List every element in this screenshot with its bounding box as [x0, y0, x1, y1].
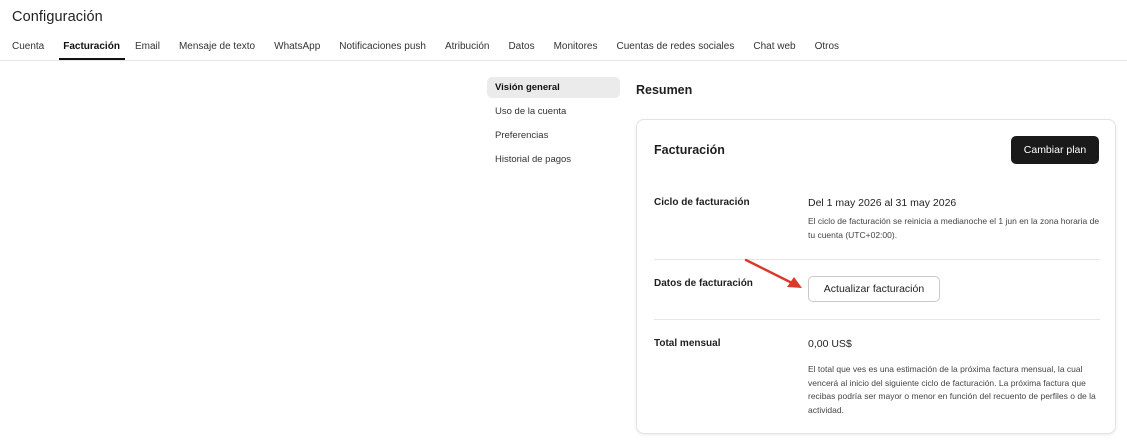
tab-email[interactable]: Email	[135, 36, 160, 60]
monthly-total-description: El total que ves es una estimación de la…	[808, 364, 1096, 415]
tab-datos[interactable]: Datos	[508, 36, 534, 60]
billing-cycle-description: El ciclo de facturación se reinicia a me…	[808, 216, 1100, 240]
tab-cuentas-redes-sociales[interactable]: Cuentas de redes sociales	[616, 36, 734, 60]
card-title: Facturación	[654, 143, 725, 157]
monthly-total-value: 0,00 US$	[808, 338, 852, 350]
tab-monitores[interactable]: Monitores	[554, 36, 598, 60]
billing-data-label: Datos de facturación	[654, 278, 753, 289]
billing-data-row: Datos de facturación Actualizar facturac…	[654, 276, 1100, 306]
billing-cycle-value: Del 1 may 2026 al 31 may 2026	[808, 197, 957, 209]
tab-mensaje-de-texto[interactable]: Mensaje de texto	[179, 36, 255, 60]
subnav-item-vision-general[interactable]: Visión general	[487, 77, 620, 98]
subnav-item-preferencias[interactable]: Preferencias	[487, 125, 620, 146]
change-plan-button[interactable]: Cambiar plan	[1011, 136, 1099, 164]
tab-chat-web[interactable]: Chat web	[753, 36, 795, 60]
billing-card: Facturación Cambiar plan Ciclo de factur…	[636, 119, 1116, 434]
tab-whatsapp[interactable]: WhatsApp	[274, 36, 320, 60]
settings-tabs: Cuenta Facturación Email Mensaje de text…	[0, 36, 1127, 61]
divider	[654, 259, 1100, 260]
monthly-total-row: Total mensual 0,00 US$ El total que ves …	[654, 338, 1100, 418]
update-billing-button[interactable]: Actualizar facturación	[808, 276, 940, 302]
billing-cycle-label: Ciclo de facturación	[654, 197, 750, 208]
section-title: Resumen	[636, 83, 693, 97]
annotation-arrow-icon	[744, 258, 802, 288]
tab-otros[interactable]: Otros	[815, 36, 839, 60]
billing-cycle-row: Ciclo de facturación Del 1 may 2026 al 3…	[654, 197, 1100, 257]
page-title: Configuración	[12, 9, 103, 25]
divider	[654, 319, 1100, 320]
monthly-total-label: Total mensual	[654, 338, 721, 349]
subnav-item-uso-de-la-cuenta[interactable]: Uso de la cuenta	[487, 101, 620, 122]
billing-subnav: Visión general Uso de la cuenta Preferen…	[487, 77, 620, 173]
tab-notificaciones-push[interactable]: Notificaciones push	[339, 36, 426, 60]
tab-cuenta[interactable]: Cuenta	[12, 36, 44, 60]
tab-atribucion[interactable]: Atribución	[445, 36, 489, 60]
tab-facturacion[interactable]: Facturación	[59, 36, 125, 60]
subnav-item-historial-de-pagos[interactable]: Historial de pagos	[487, 149, 620, 170]
